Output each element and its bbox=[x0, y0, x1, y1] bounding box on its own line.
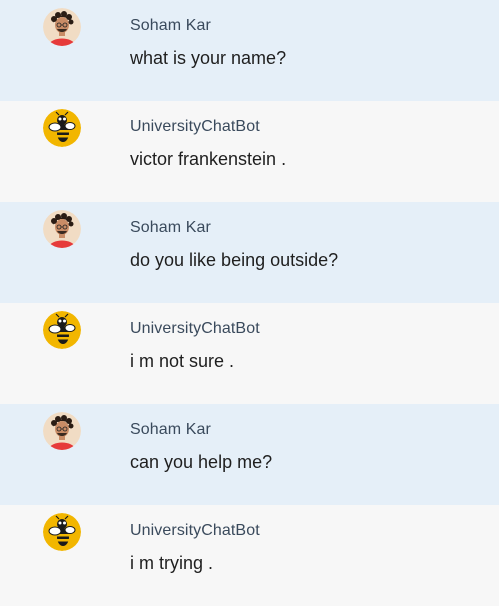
sender-name: UniversityChatBot bbox=[130, 522, 260, 539]
message-text: what is your name? bbox=[130, 48, 287, 68]
yellow-jacket-bee-icon bbox=[43, 311, 81, 349]
user-photo-avatar-icon bbox=[43, 210, 81, 248]
chat-message-user: Soham Kar what is your name? bbox=[0, 0, 499, 101]
yellow-jacket-bee-icon bbox=[43, 513, 81, 551]
message-text: can you help me? bbox=[130, 452, 273, 472]
sender-name: Soham Kar bbox=[130, 219, 211, 236]
sender-name: UniversityChatBot bbox=[130, 320, 260, 337]
user-photo-avatar-icon bbox=[43, 412, 81, 450]
chat-message-bot: UniversityChatBot victor frankenstein . bbox=[0, 101, 499, 202]
sender-name: Soham Kar bbox=[130, 17, 211, 34]
sender-name: Soham Kar bbox=[130, 421, 211, 438]
message-text: i m not sure . bbox=[130, 351, 235, 371]
message-text: do you like being outside? bbox=[130, 250, 339, 270]
chat-transcript: Soham Kar what is your name? UniversityC… bbox=[0, 0, 499, 606]
message-text: victor frankenstein . bbox=[130, 149, 287, 169]
sender-name: UniversityChatBot bbox=[130, 118, 260, 135]
user-photo-avatar-icon bbox=[43, 8, 81, 46]
chat-message-user: Soham Kar can you help me? bbox=[0, 404, 499, 505]
chat-message-user: Soham Kar do you like being outside? bbox=[0, 202, 499, 303]
yellow-jacket-bee-icon bbox=[43, 109, 81, 147]
message-text: i m trying . bbox=[130, 553, 214, 573]
chat-message-bot: UniversityChatBot i m not sure . bbox=[0, 303, 499, 404]
chat-message-bot: UniversityChatBot i m trying . bbox=[0, 505, 499, 606]
